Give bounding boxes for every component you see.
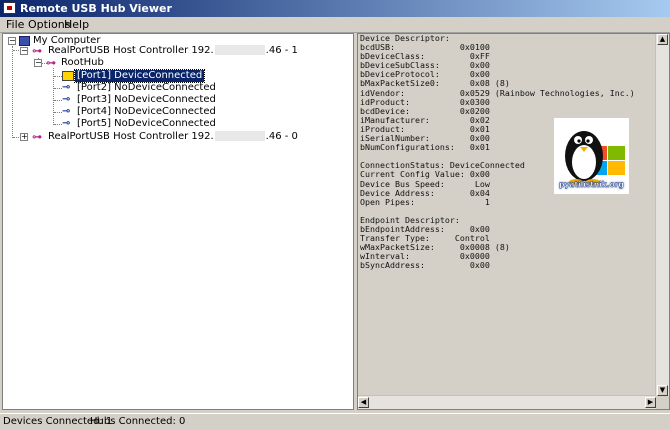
tree-item-port5[interactable]: [Port5] NoDeviceConnected <box>77 118 216 130</box>
tree-item-port4[interactable]: [Port4] NoDeviceConnected <box>77 106 216 118</box>
usb-port-icon: ⊸ <box>62 82 71 93</box>
tree-item-port2[interactable]: [Port2] NoDeviceConnected <box>77 82 216 94</box>
controller-2-prefix: RealPortUSB Host Controller 192. <box>48 131 214 142</box>
tree-item-roothub[interactable]: RootHub <box>61 57 104 69</box>
horizontal-scrollbar[interactable]: ◀ ▶ <box>358 395 656 409</box>
ip-redaction <box>214 131 265 141</box>
status-bar: Devices Connected: 1 Hubs Connected: 0 <box>0 413 670 430</box>
app-icon <box>3 2 16 14</box>
scroll-left-arrow-icon[interactable]: ◀ <box>358 397 369 408</box>
tree-line <box>54 76 62 77</box>
watermark-logo: pyatilistnik.org <box>554 118 629 194</box>
tree-line <box>54 88 62 89</box>
collapse-roothub[interactable]: − <box>34 59 42 67</box>
scroll-right-arrow-icon[interactable]: ▶ <box>645 397 656 408</box>
tree-item-port3[interactable]: [Port3] NoDeviceConnected <box>77 94 216 106</box>
vertical-scrollbar[interactable]: ▲ ▼ <box>655 34 669 396</box>
ip-redaction <box>214 45 265 55</box>
scroll-up-arrow-icon[interactable]: ▲ <box>657 34 668 45</box>
title-bar[interactable]: Remote USB Hub Viewer <box>0 0 670 17</box>
usb-hub-icon: ⊶ <box>32 46 42 57</box>
collapse-my-computer[interactable]: − <box>8 37 16 45</box>
device-tree[interactable]: − My Computer − ⊶ RealPortUSB Host Contr… <box>2 33 354 410</box>
tree-item-port1[interactable]: [Port1] DeviceConnected <box>73 69 206 83</box>
status-hubs-connected: Hubs Connected: 0 <box>90 416 186 427</box>
usb-hub-icon: ⊶ <box>46 58 56 69</box>
tree-item-controller-1[interactable]: RealPortUSB Host Controller 192. .46 - 1 <box>48 45 298 57</box>
window-title: Remote USB Hub Viewer <box>20 2 172 15</box>
details-pane[interactable]: Device Descriptor: bcdUSB: 0x0100 bDevic… <box>357 33 670 410</box>
scroll-down-arrow-icon[interactable]: ▼ <box>657 385 668 396</box>
tree-line <box>12 46 13 138</box>
expand-controller-2[interactable]: + <box>20 133 28 141</box>
tree-line <box>54 124 62 125</box>
tree-line <box>54 100 62 101</box>
controller-1-suffix: .46 - 1 <box>265 45 298 56</box>
controller-2-suffix: .46 - 0 <box>265 131 298 142</box>
usb-port-icon: ⊸ <box>62 118 71 129</box>
tree-line <box>54 112 62 113</box>
tree-item-controller-2[interactable]: RealPortUSB Host Controller 192. .46 - 0 <box>48 131 298 143</box>
collapse-controller-1[interactable]: − <box>20 47 28 55</box>
menu-file[interactable]: File <box>6 17 24 32</box>
usb-hub-icon: ⊶ <box>32 132 42 143</box>
controller-1-prefix: RealPortUSB Host Controller 192. <box>48 45 214 56</box>
menu-help[interactable]: Help <box>64 17 89 32</box>
usb-port-icon: ⊸ <box>62 94 71 105</box>
menu-bar: File Options Help <box>0 17 670 33</box>
usb-port-icon: ⊸ <box>62 106 71 117</box>
computer-icon <box>19 36 30 46</box>
device-connected-icon <box>62 71 74 81</box>
watermark-text: pyatilistnik.org <box>559 180 624 189</box>
